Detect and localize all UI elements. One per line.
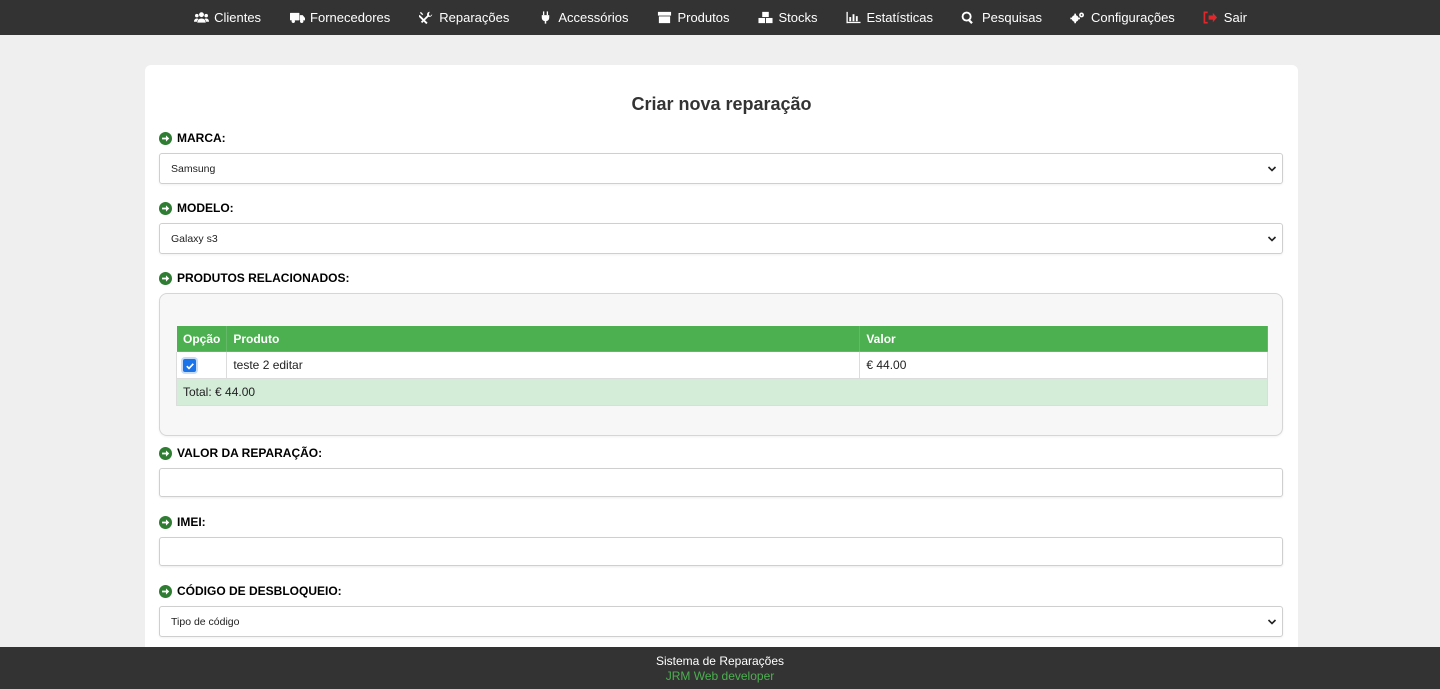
nav-label: Accessórios <box>558 10 629 25</box>
top-navigation: Clientes Fornecedores Reparações Accessó… <box>0 0 1440 35</box>
imei-input[interactable] <box>159 537 1283 566</box>
nav-produtos[interactable]: Produtos <box>642 0 743 35</box>
imei-label: IMEI: <box>159 515 206 529</box>
table-row: teste 2 editar € 44.00 <box>175 351 1268 379</box>
codigo-label-text: CÓDIGO DE DESBLOQUEIO: <box>177 584 342 598</box>
nav-stocks[interactable]: Stocks <box>744 0 832 35</box>
codigo-select-value: Tipo de código <box>171 615 240 628</box>
modelo-label: MODELO: <box>159 201 234 215</box>
chevron-down-icon <box>1267 164 1277 174</box>
modelo-select-value: Galaxy s3 <box>171 232 218 245</box>
marca-label-text: MARCA: <box>177 131 226 145</box>
related-products-table: Opção Produto Valor teste 2 editar € 44.… <box>175 325 1268 406</box>
modelo-select[interactable]: Galaxy s3 <box>159 223 1283 254</box>
codigo-select[interactable]: Tipo de código <box>159 606 1283 637</box>
nav-configuracoes[interactable]: Configurações <box>1056 0 1189 35</box>
produtos-label: PRODUTOS RELACIONADOS: <box>159 271 349 285</box>
footer-system-name: Sistema de Reparações <box>655 654 785 668</box>
chart-icon <box>846 11 862 25</box>
table-header-row: Opção Produto Valor <box>175 325 1268 352</box>
produtos-label-text: PRODUTOS RELACIONADOS: <box>177 271 350 285</box>
nav-label: Fornecedores <box>310 10 391 25</box>
nav-pesquisas[interactable]: Pesquisas <box>947 0 1056 35</box>
valor-label-text: VALOR DA REPARAÇÃO: <box>177 446 323 460</box>
nav-reparacoes[interactable]: Reparações <box>404 0 523 35</box>
product-name-cell: teste 2 editar <box>226 351 861 379</box>
users-icon <box>193 11 209 25</box>
nav-label: Estatísticas <box>866 10 933 25</box>
nav-fornecedores[interactable]: Fornecedores <box>275 0 404 35</box>
valor-label: VALOR DA REPARAÇÃO: <box>159 446 322 460</box>
gears-icon <box>1070 11 1086 25</box>
chevron-down-icon <box>1267 234 1277 244</box>
nav-label: Pesquisas <box>981 10 1042 25</box>
nav-label: Produtos <box>677 10 730 25</box>
nav-label: Stocks <box>778 10 818 25</box>
valor-reparacao-input[interactable] <box>159 468 1283 497</box>
product-checkbox[interactable] <box>183 359 196 373</box>
table-total-row: Total: € 44.00 <box>176 378 1268 406</box>
marca-label: MARCA: <box>159 131 226 145</box>
page-title: Criar nova reparação <box>631 94 812 114</box>
column-header-valor: Valor <box>859 325 1268 352</box>
total-cell: Total: € 44.00 <box>176 378 1268 406</box>
nav-label: Configurações <box>1090 10 1175 25</box>
boxes-icon <box>758 11 774 25</box>
product-value-cell: € 44.00 <box>859 351 1268 379</box>
nav-clientes[interactable]: Clientes <box>179 0 275 35</box>
option-cell <box>175 351 228 379</box>
chevron-down-icon <box>1267 617 1277 627</box>
imei-label-text: IMEI: <box>177 515 206 529</box>
plug-icon <box>537 11 553 25</box>
tools-icon <box>418 11 434 25</box>
nav-label: Clientes <box>214 10 262 25</box>
marca-select[interactable]: Samsung <box>159 153 1283 184</box>
nav-sair[interactable]: Sair <box>1189 0 1261 35</box>
nav-label: Reparações <box>439 10 510 25</box>
column-header-opcao: Opção <box>175 325 228 352</box>
footer-developer: JRM Web developer <box>665 669 775 683</box>
truck-icon <box>289 11 305 25</box>
box-icon <box>656 11 672 25</box>
arrow-circle-right-icon <box>159 446 172 460</box>
codigo-label: CÓDIGO DE DESBLOQUEIO: <box>159 584 342 598</box>
nav-accessorios[interactable]: Accessórios <box>523 0 642 35</box>
modelo-label-text: MODELO: <box>177 201 234 215</box>
search-icon <box>961 11 977 25</box>
footer: Sistema de Reparações JRM Web developer <box>0 647 1440 689</box>
nav-label: Sair <box>1223 10 1247 25</box>
sign-out-icon <box>1203 11 1219 25</box>
arrow-circle-right-icon <box>159 201 172 215</box>
arrow-circle-right-icon <box>159 271 172 285</box>
repair-form-card: Criar nova reparação MARCA: Samsung MODE… <box>145 65 1298 665</box>
arrow-circle-right-icon <box>159 515 172 529</box>
marca-select-value: Samsung <box>171 162 216 175</box>
arrow-circle-right-icon <box>159 131 172 145</box>
column-header-produto: Produto <box>226 325 861 352</box>
nav-estatisticas[interactable]: Estatísticas <box>832 0 947 35</box>
arrow-circle-right-icon <box>159 584 172 598</box>
related-products-box: Opção Produto Valor teste 2 editar € 44.… <box>159 293 1283 436</box>
